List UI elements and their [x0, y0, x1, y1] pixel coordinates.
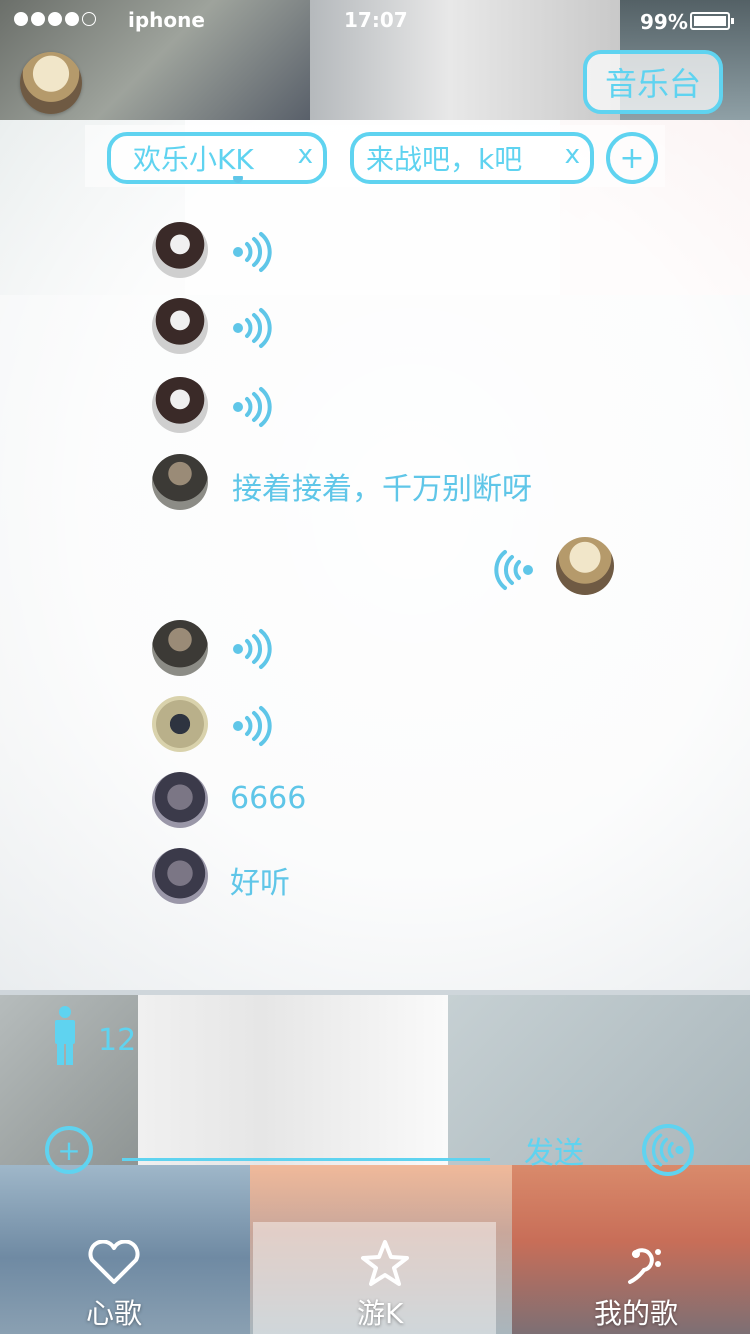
message-input[interactable]	[122, 1158, 490, 1161]
voice-message-icon[interactable]	[230, 176, 274, 200]
status-bar: iphone 17:07 99%	[0, 0, 750, 40]
tab-label: 心歌	[86, 1297, 143, 1330]
tab-heart-songs[interactable]: 心歌	[0, 1222, 250, 1334]
add-tab-button[interactable]: +	[606, 132, 658, 184]
signal-strength-icon	[14, 12, 96, 26]
voice-icon	[651, 1133, 684, 1167]
signal-dot	[48, 12, 62, 26]
plus-icon: +	[619, 140, 645, 176]
text-message: 6666	[230, 781, 307, 816]
avatar[interactable]	[152, 772, 208, 828]
star-icon	[361, 1240, 409, 1286]
tab-my-songs[interactable]: 我的歌	[512, 1222, 750, 1334]
send-button[interactable]: 发送	[524, 1128, 584, 1172]
person-icon	[55, 1006, 75, 1065]
signal-dot	[14, 12, 28, 26]
avatar[interactable]	[152, 377, 208, 433]
room-tab-label: 来战吧，k吧	[366, 143, 523, 176]
heart-icon	[88, 1240, 140, 1284]
user-avatar[interactable]	[20, 52, 82, 114]
bg-photo	[138, 995, 448, 1165]
tab-label: 游K	[357, 1297, 404, 1330]
battery-icon	[690, 12, 734, 30]
battery-percentage: 99%	[640, 10, 688, 34]
signal-dot	[82, 12, 96, 26]
voice-message-icon[interactable]	[230, 385, 274, 429]
plus-icon: +	[57, 1133, 81, 1167]
room-tab[interactable]: 来战吧，k吧 x	[350, 132, 594, 184]
avatar[interactable]	[152, 298, 208, 354]
online-count-value: 12	[98, 1023, 137, 1058]
avatar[interactable]	[152, 848, 208, 904]
tab-you-k[interactable]: 游K	[253, 1222, 496, 1334]
signal-dot	[31, 12, 45, 26]
signal-dot	[65, 12, 79, 26]
text-message: 好听	[230, 866, 290, 901]
clock: 17:07	[344, 8, 408, 32]
voice-message-icon[interactable]	[230, 704, 274, 748]
avatar[interactable]	[152, 696, 208, 752]
close-icon[interactable]: x	[565, 140, 580, 170]
avatar[interactable]	[152, 222, 208, 278]
tab-label: 我的歌	[594, 1297, 679, 1330]
voice-record-button[interactable]	[642, 1124, 694, 1176]
close-icon[interactable]: x	[298, 140, 313, 170]
avatar[interactable]	[152, 454, 208, 510]
voice-message-icon[interactable]	[230, 230, 274, 274]
carrier-name: iphone	[128, 8, 205, 32]
voice-message-icon[interactable]	[492, 548, 536, 592]
room-tab[interactable]: 欢乐小KK x	[107, 132, 327, 184]
bass-clef-icon	[628, 1248, 661, 1284]
avatar[interactable]	[556, 537, 614, 595]
attach-button[interactable]: +	[45, 1126, 93, 1174]
room-tab-label: 欢乐小KK	[133, 143, 254, 176]
text-message: 接着接着，千万别断呀	[232, 472, 532, 507]
bg-wash	[0, 120, 750, 990]
music-station-label: 音乐台	[604, 65, 701, 103]
bg-photo	[448, 995, 750, 1165]
music-station-button[interactable]: 音乐台	[583, 50, 723, 114]
voice-message-icon[interactable]	[230, 306, 274, 350]
voice-message-icon[interactable]	[230, 627, 274, 671]
avatar[interactable]	[152, 620, 208, 676]
